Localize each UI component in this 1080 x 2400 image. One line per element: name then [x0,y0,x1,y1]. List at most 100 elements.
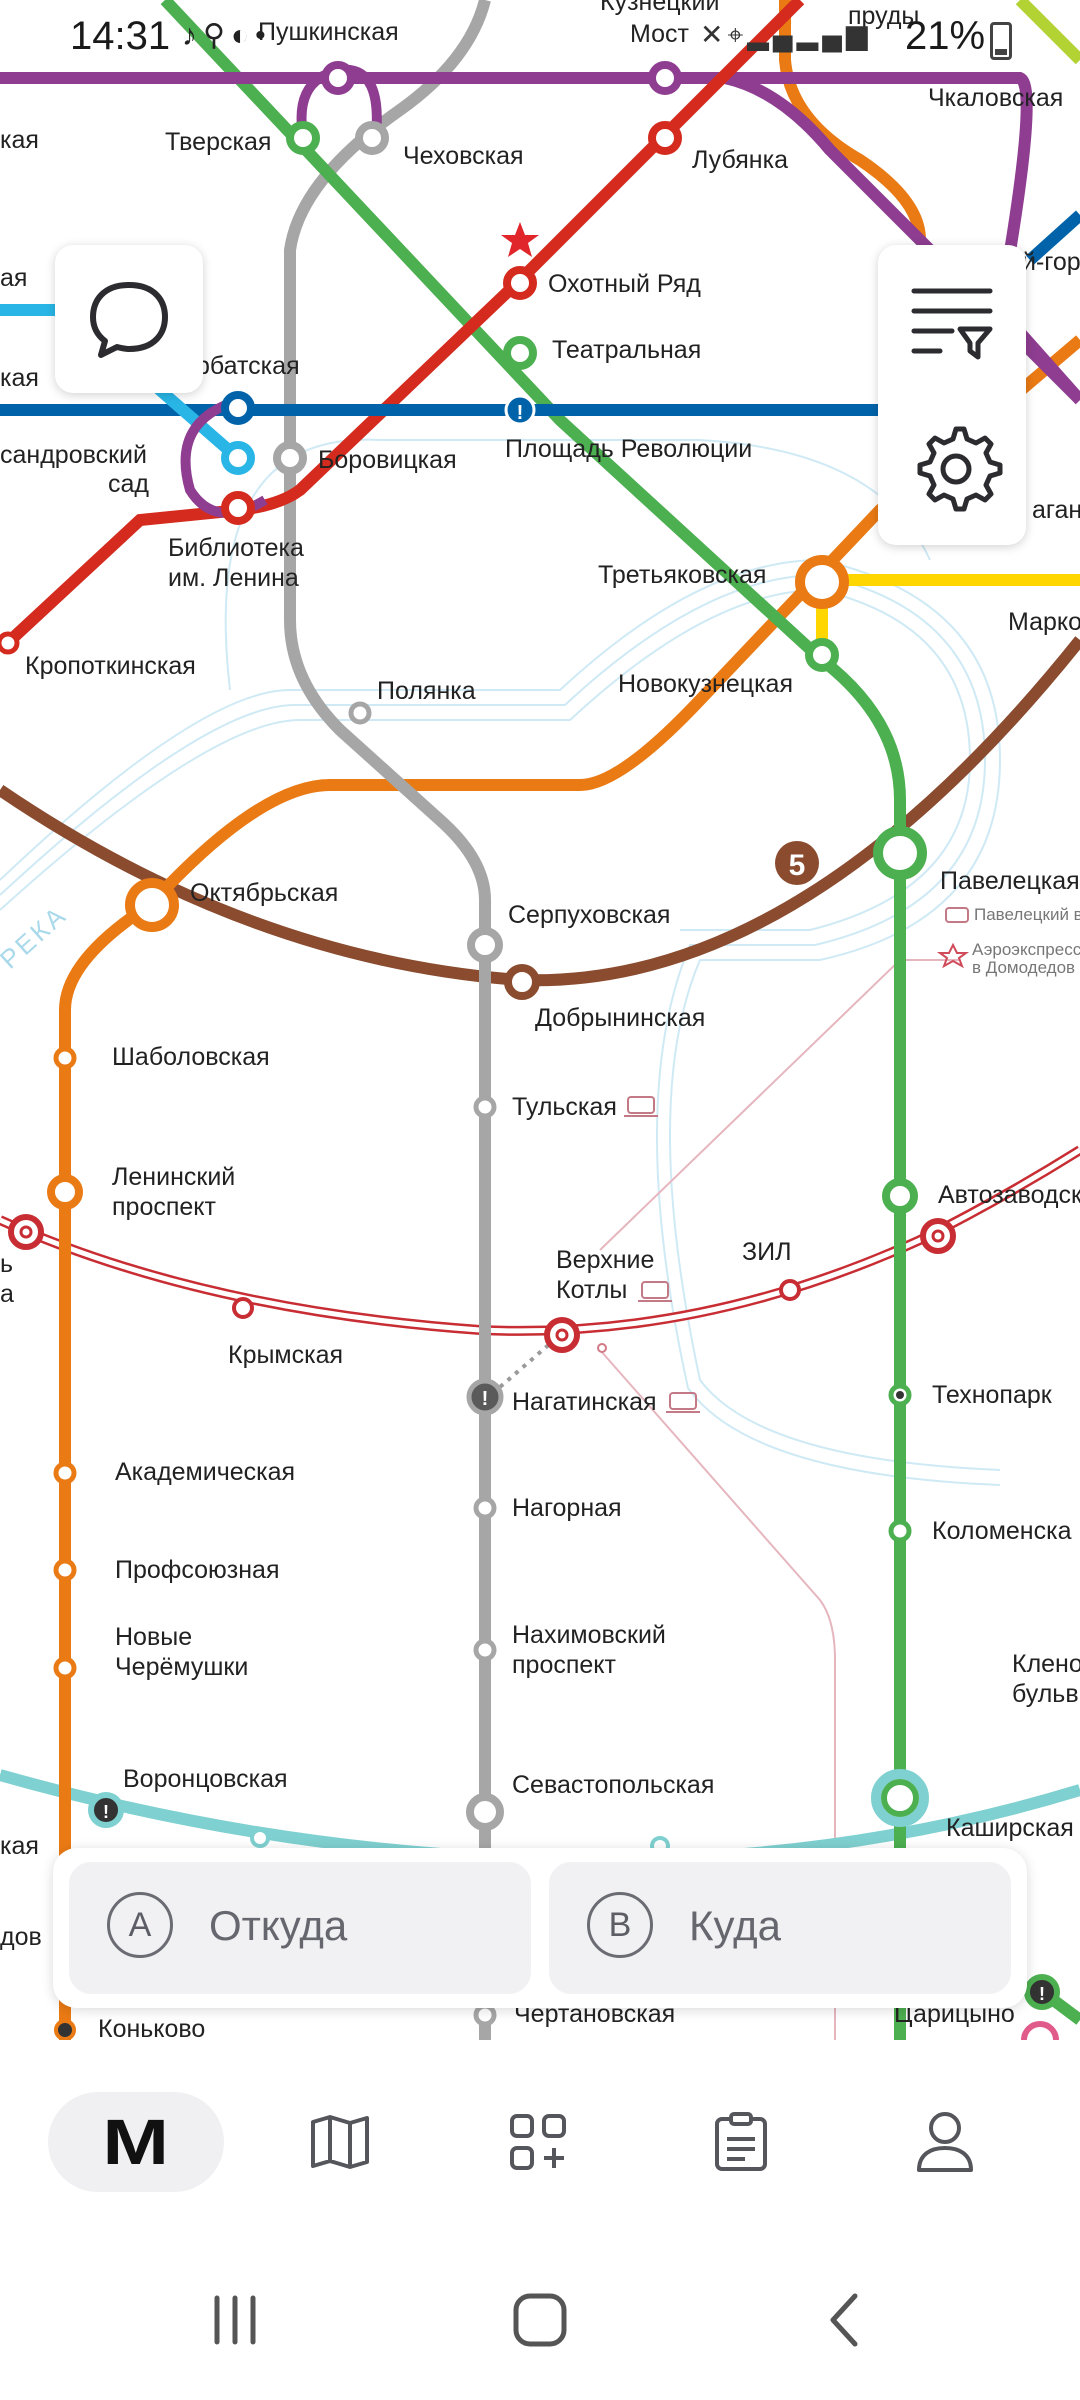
marker-novokuznetskaya[interactable] [805,638,839,672]
marker-borovitskaya[interactable] [273,441,307,475]
back-button[interactable] [815,2290,875,2350]
marker-kolomenskaya[interactable] [888,1519,912,1543]
station-label-borovitskaya[interactable]: Боровицкая [318,446,457,474]
station-label-paveletskaya[interactable]: Павелецкая [940,867,1080,895]
station-label-arbatskaya[interactable]: рбатская [196,352,300,380]
station-label-konkovo[interactable]: Коньково [98,2015,205,2040]
marker-chekhovskaya[interactable] [355,121,389,155]
marker-akademicheskaya[interactable] [53,1461,77,1485]
station-label-nakhimovsky-1[interactable]: Нахимовский [512,1621,666,1649]
station-label-teatralnaya[interactable]: Театральная [552,336,701,364]
route-to-field[interactable]: B Куда [549,1862,1011,1994]
marker-chertanovskaya[interactable] [473,2003,497,2027]
station-label-left-edge-5[interactable]: а [0,1280,14,1308]
station-label-left-edge-3[interactable]: кая [0,364,39,392]
settings-button[interactable] [878,395,1026,545]
station-label-left-edge-7[interactable]: дов [0,1923,42,1951]
station-label-aeroexpress-2[interactable]: в Домодедов [972,958,1075,977]
station-label-okhotny-ryad[interactable]: Охотный Ряд [548,270,701,298]
station-label-shabolovskaya[interactable]: Шаболовская [112,1043,270,1071]
station-label-krymskaya[interactable]: Крымская [228,1341,343,1369]
station-label-chekhovskaya[interactable]: Чеховская [403,142,524,170]
marker-okhotny-ryad[interactable] [503,266,537,300]
station-label-aleksandrovsky-sad-2[interactable]: сад [108,470,149,498]
marker-tretyakovskaya[interactable] [795,555,849,609]
station-label-kitay-gorod[interactable]: й-гор [1022,248,1080,276]
station-label-tulskaya[interactable]: Тульская [512,1093,617,1121]
station-label-aeroexpress-1[interactable]: Аэроэкспресс [972,940,1080,959]
marker-nakhimovsky[interactable] [473,1638,497,1662]
station-label-novokuznetskaya[interactable]: Новокузнецкая [618,670,793,698]
station-label-lubyanka[interactable]: Лубянка [692,146,788,174]
marker-biblioteka[interactable] [221,491,255,525]
marker-serpukhovskaya[interactable] [467,927,503,963]
nav-tickets-tab[interactable] [686,2092,796,2192]
station-label-leninsky-1[interactable]: Ленинский [112,1163,235,1191]
route-from-field[interactable]: A Откуда [69,1862,531,1994]
station-label-taganskaya[interactable]: аганс [1032,496,1080,524]
station-label-biblioteka-2[interactable]: им. Ленина [168,564,299,592]
marker-zil[interactable] [779,1279,801,1301]
marker-paveletskaya[interactable] [873,826,927,880]
marker-novye-cheryomushki[interactable] [53,1656,77,1680]
marker-teatralnaya[interactable] [503,336,537,370]
marker-tulskaya[interactable] [473,1095,497,1119]
station-label-avtozavodskaya[interactable]: Автозаводск [938,1181,1080,1209]
marker-konkovo[interactable] [54,2019,76,2040]
station-label-leninsky-2[interactable]: проспект [112,1193,217,1221]
marker-shabolovskaya[interactable] [53,1046,77,1070]
station-label-novye-cheryomushki-1[interactable]: Новые [115,1623,192,1651]
marker-nagornaya[interactable] [473,1496,497,1520]
station-label-paveletsky-station[interactable]: Павелецкий в [974,905,1080,924]
nav-metro-tab[interactable]: М [48,2092,224,2192]
station-label-novye-cheryomushki-2[interactable]: Черёмушки [115,1653,248,1681]
station-label-sevastopolskaya[interactable]: Севастопольская [512,1771,714,1799]
station-label-oktyabrskaya[interactable]: Октябрьская [190,879,338,907]
station-label-dobryninskaya[interactable]: Добрынинская [535,1004,705,1032]
marker-dobryninskaya[interactable] [504,964,540,1000]
river-label[interactable]: РЕКА [0,899,73,974]
marker-kropotkinskaya[interactable] [0,631,20,655]
marker-avtozavodskaya[interactable] [882,1178,918,1214]
station-label-tretyakovskaya[interactable]: Третьяковская [598,561,766,589]
station-label-left-edge-4[interactable]: ь [0,1250,13,1278]
station-label-profsoyuznaya[interactable]: Профсоюзная [115,1556,280,1584]
chat-button[interactable] [55,245,203,393]
home-button[interactable] [505,2290,575,2350]
station-label-tekhnopark[interactable]: Технопарк [932,1381,1053,1409]
station-label-left-edge-2[interactable]: ая [0,264,27,292]
marker-krymskaya[interactable] [232,1297,254,1319]
marker-leninsky[interactable] [47,1174,83,1210]
station-label-vorontsovskaya[interactable]: Воронцовская [123,1765,288,1793]
station-label-marksistskaya[interactable]: Марко [1008,608,1080,636]
station-label-zil[interactable]: ЗИЛ [742,1238,791,1266]
station-label-ploshchad-revolyutsii[interactable]: Площадь Революции [505,435,752,463]
marker-tverskaya[interactable] [286,121,320,155]
filter-button[interactable] [878,245,1026,395]
nav-profile-tab[interactable] [890,2092,1000,2192]
station-label-nagatinskaya[interactable]: Нагатинская [512,1388,657,1416]
station-label-serpukhovskaya[interactable]: Серпуховская [508,901,670,929]
station-label-polyanka[interactable]: Полянка [377,677,476,705]
marker-sevastopolskaya[interactable] [466,1793,504,1831]
marker-polyanka[interactable] [348,701,372,725]
marker-profsoyuznaya[interactable] [53,1558,77,1582]
recent-apps-button[interactable] [205,2290,265,2350]
station-label-kashirskaya[interactable]: Каширская [946,1814,1074,1842]
station-label-aleksandrovsky-sad-1[interactable]: сандровский [0,441,147,469]
station-label-chkalovskaya[interactable]: Чкаловская [928,84,1063,112]
station-label-left-edge-1[interactable]: кая [0,126,39,154]
marker-arbatskaya[interactable] [221,391,255,425]
station-label-verkhnie-kotly-2[interactable]: Котлы [556,1276,627,1304]
station-label-verkhnie-kotly-1[interactable]: Верхние [556,1246,654,1274]
station-label-klenovy-1[interactable]: Клено [1012,1650,1080,1678]
station-label-nakhimovsky-2[interactable]: проспект [512,1651,617,1679]
station-label-nagornaya[interactable]: Нагорная [512,1494,622,1522]
station-label-tverskaya[interactable]: Тверская [165,128,271,156]
marker-oktyabrskaya[interactable] [125,878,179,932]
station-label-klenovy-2[interactable]: бульв [1012,1680,1079,1708]
marker-lubyanka[interactable] [648,121,682,155]
station-label-akademicheskaya[interactable]: Академическая [115,1458,295,1486]
nav-services-tab[interactable] [483,2092,593,2192]
nav-map-tab[interactable] [285,2092,395,2192]
